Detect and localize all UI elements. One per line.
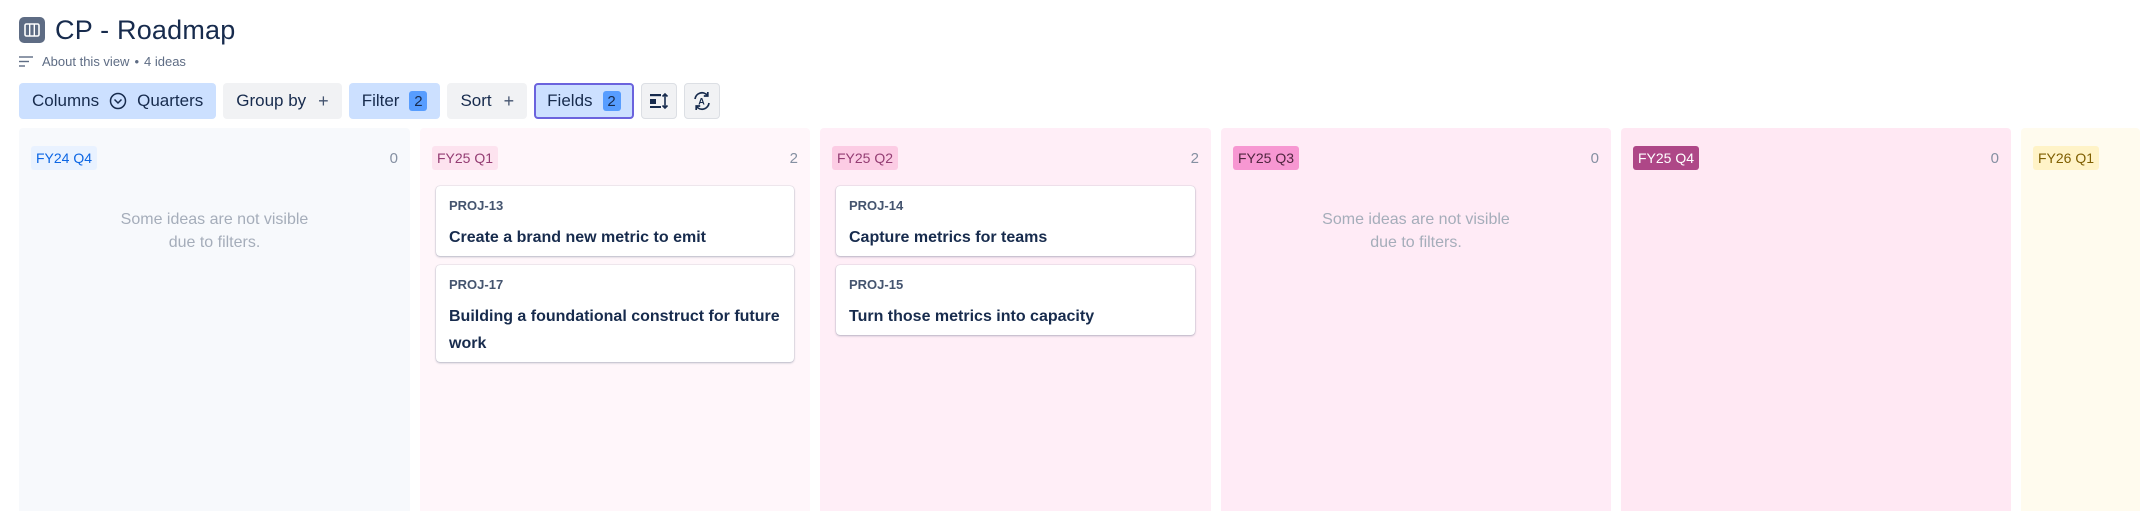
column-label[interactable]: FY25 Q3 bbox=[1233, 146, 1300, 170]
plus-icon: + bbox=[503, 90, 515, 111]
idea-summary: Capture metrics for teams bbox=[849, 229, 1048, 246]
card-layout-icon[interactable] bbox=[640, 83, 677, 119]
column-count: 0 bbox=[1590, 149, 1599, 167]
page-header: CP - Roadmap bbox=[19, 10, 235, 50]
column-fy26-q1: FY26 Q1 bbox=[2021, 128, 2140, 511]
filter-button[interactable]: Filter 2 bbox=[348, 83, 441, 119]
hidden-ideas-message: Some ideas are not visible due to filter… bbox=[1322, 211, 1510, 251]
idea-card[interactable]: PROJ-14 Capture metrics for teams bbox=[836, 186, 1195, 256]
column-header: FY25 Q4 0 bbox=[1633, 146, 1999, 170]
idea-summary: Building a foundational construct for fu… bbox=[449, 308, 780, 352]
column-label[interactable]: FY25 Q1 bbox=[432, 146, 499, 170]
column-header: FY24 Q4 0 bbox=[31, 146, 398, 170]
fields-count-badge: 2 bbox=[602, 91, 621, 111]
columns-label: Columns bbox=[32, 91, 100, 110]
sort-label: Sort bbox=[460, 91, 492, 110]
filter-label: Filter bbox=[361, 91, 400, 110]
column-label[interactable]: FY25 Q2 bbox=[832, 146, 899, 170]
column-label[interactable]: FY24 Q4 bbox=[31, 146, 98, 170]
column-header: FY25 Q1 2 bbox=[432, 146, 798, 170]
board-view-icon bbox=[19, 17, 45, 43]
ideas-count: 4 ideas bbox=[144, 53, 186, 69]
view-info: About this view • 4 ideas bbox=[19, 52, 186, 70]
columns-button[interactable]: Columns Quarters bbox=[19, 83, 217, 119]
chevron-down-circle-icon bbox=[109, 92, 127, 110]
idea-key[interactable]: PROJ-15 bbox=[849, 276, 1182, 294]
column-count: 2 bbox=[1190, 149, 1199, 167]
view-toolbar: Columns Quarters Group by + Filter 2 Sor… bbox=[19, 82, 727, 120]
hidden-ideas-message: Some ideas are not visible due to filter… bbox=[120, 211, 309, 251]
column-fy24-q4: FY24 Q4 0 Some ideas are not visible due… bbox=[19, 128, 410, 511]
idea-summary: Create a brand new metric to emit bbox=[449, 229, 706, 246]
fields-button[interactable]: Fields 2 bbox=[534, 83, 634, 119]
about-view-link[interactable]: About this view bbox=[42, 54, 129, 69]
column-count: 0 bbox=[1990, 149, 1999, 167]
idea-key[interactable]: PROJ-14 bbox=[849, 197, 1182, 215]
separator: • bbox=[134, 53, 139, 69]
column-fy25-q4: FY25 Q4 0 bbox=[1621, 128, 2011, 511]
idea-card[interactable]: PROJ-13 Create a brand new metric to emi… bbox=[436, 186, 794, 256]
column-header: FY25 Q3 0 bbox=[1233, 146, 1599, 170]
idea-card[interactable]: PROJ-15 Turn those metrics into capacity bbox=[836, 265, 1195, 335]
column-label[interactable]: FY25 Q4 bbox=[1633, 146, 1700, 170]
svg-text:A: A bbox=[698, 97, 705, 107]
page-title[interactable]: CP - Roadmap bbox=[55, 15, 235, 46]
column-count: 2 bbox=[789, 149, 798, 167]
plus-icon: + bbox=[318, 90, 329, 111]
column-fy25-q1: FY25 Q1 2 PROJ-13 Create a brand new met… bbox=[420, 128, 810, 511]
sort-button[interactable]: Sort + bbox=[447, 83, 528, 119]
group-by-button[interactable]: Group by + bbox=[223, 83, 342, 119]
filter-count-badge: 2 bbox=[409, 91, 428, 111]
group-by-label: Group by bbox=[236, 91, 307, 110]
column-header: FY26 Q1 bbox=[2033, 146, 2128, 170]
columns-value: Quarters bbox=[137, 91, 204, 110]
idea-card[interactable]: PROJ-17 Building a foundational construc… bbox=[436, 265, 794, 362]
fields-label: Fields bbox=[547, 91, 593, 110]
column-header: FY25 Q2 2 bbox=[832, 146, 1199, 170]
auto-refresh-icon[interactable]: A bbox=[683, 83, 720, 119]
column-label[interactable]: FY26 Q1 bbox=[2033, 146, 2100, 170]
column-fy25-q2: FY25 Q2 2 PROJ-14 Capture metrics for te… bbox=[820, 128, 1211, 511]
idea-key[interactable]: PROJ-17 bbox=[449, 276, 781, 294]
idea-summary: Turn those metrics into capacity bbox=[849, 308, 1095, 325]
idea-key[interactable]: PROJ-13 bbox=[449, 197, 781, 215]
description-icon bbox=[19, 55, 33, 67]
column-count: 0 bbox=[389, 149, 398, 167]
column-fy25-q3: FY25 Q3 0 Some ideas are not visible due… bbox=[1221, 128, 1611, 511]
